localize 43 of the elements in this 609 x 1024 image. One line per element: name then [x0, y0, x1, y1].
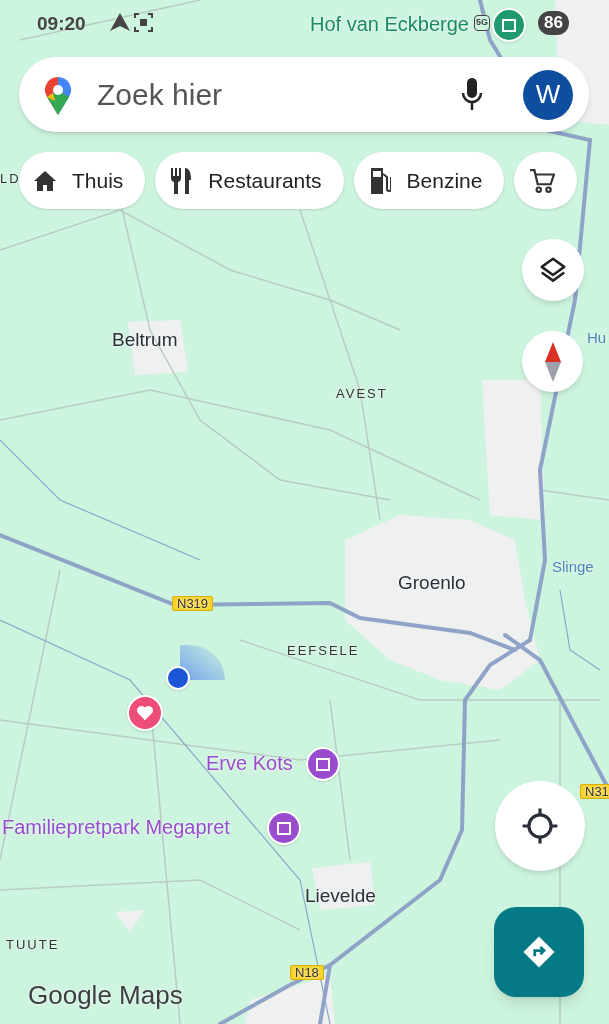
water-label: Slinge [552, 559, 594, 574]
place-label[interactable]: Familiepretpark Megapret [2, 817, 230, 837]
network-type: 5G [474, 15, 490, 31]
area-label: LD [0, 172, 21, 185]
battery-level: 86 [538, 11, 569, 35]
place-label: Lievelde [305, 886, 376, 905]
directions-button[interactable] [494, 907, 584, 997]
directions-icon [522, 935, 556, 969]
navigation-arrow-icon [110, 13, 130, 31]
shopping-cart-icon [529, 167, 556, 194]
category-chip[interactable]: Benzine [353, 152, 505, 209]
microphone-icon[interactable] [461, 77, 483, 112]
category-chip[interactable]: Restaurants [155, 152, 344, 209]
area-label: AVEST [336, 387, 388, 400]
layers-icon [538, 255, 568, 285]
road-number-sign: N319 [172, 596, 214, 611]
status-time: 09:20 [37, 12, 86, 36]
field-patch [115, 910, 145, 932]
fuel-pump-icon [368, 167, 391, 194]
compass-button[interactable] [522, 331, 583, 392]
home-icon [34, 170, 56, 191]
area-label: TUUTE [6, 938, 60, 951]
place-label: Beltrum [112, 330, 178, 349]
crosshair-icon [521, 807, 559, 845]
fork-knife-icon [170, 167, 193, 194]
water-label: Hu [587, 330, 607, 345]
heart-pin-icon[interactable] [127, 695, 163, 731]
category-chip[interactable] [514, 152, 578, 209]
map-pin-logo-icon [43, 74, 73, 115]
compass-icon [544, 341, 561, 382]
place-label[interactable]: Hof van Eckberge [310, 14, 469, 34]
category-chip[interactable]: Thuis [19, 152, 146, 209]
layers-button[interactable] [522, 239, 584, 301]
place-label: Groenlo [398, 573, 466, 592]
account-avatar[interactable]: W [523, 69, 573, 120]
area-label: EEFSELE [287, 644, 360, 657]
screenshot-icon [134, 13, 153, 32]
road-number-sign: N31 [580, 784, 609, 799]
place-label[interactable]: Erve Kots [206, 753, 293, 773]
road-number-sign: N18 [290, 965, 324, 980]
google-maps-logo: Google Maps [28, 980, 183, 1010]
search-bar[interactable]: Zoek hier W [19, 57, 589, 132]
location-heading-cone [180, 645, 225, 680]
